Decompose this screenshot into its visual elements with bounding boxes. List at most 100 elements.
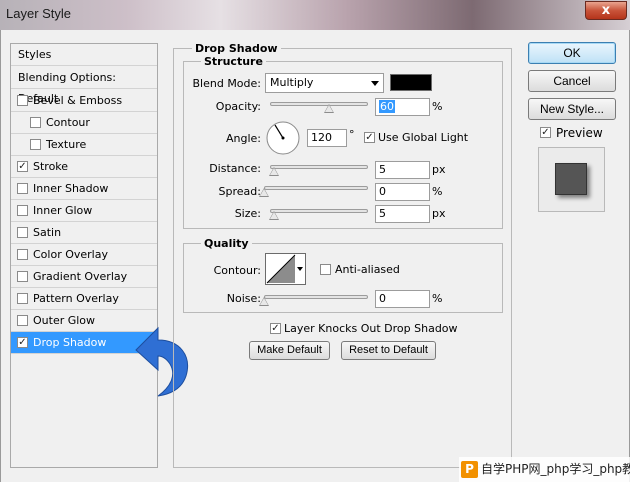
style-item-checkbox[interactable] [17,205,28,216]
angle-field[interactable]: 120 [307,129,347,147]
noise-unit: % [432,292,443,305]
reset-to-default-button[interactable]: Reset to Default [341,341,436,360]
style-preview-thumbnail [538,147,605,212]
size-field[interactable]: 5 [375,205,430,223]
style-item-stroke[interactable]: ✓ Stroke [11,156,157,178]
anti-aliased-checkbox[interactable] [320,264,331,275]
size-slider-thumb[interactable] [268,211,279,220]
style-item-pattern-overlay[interactable]: Pattern Overlay [11,288,157,310]
style-item-checkbox[interactable] [17,293,28,304]
style-item-label: Drop Shadow [33,336,107,349]
style-item-checkbox[interactable] [17,271,28,282]
style-item-checkbox[interactable] [30,117,41,128]
preview-checkbox[interactable]: ✓ [540,127,551,138]
spread-value: 0 [379,185,386,198]
distance-value: 5 [379,163,386,176]
close-icon: x [601,3,611,18]
distance-field[interactable]: 5 [375,161,430,179]
watermark: P 自学PHP网_php学习_php教 [459,457,630,482]
style-item-satin[interactable]: Satin [11,222,157,244]
distance-unit: px [432,163,446,176]
style-item-label: Contour [46,116,90,129]
preview-label: Preview [556,126,603,140]
spread-unit: % [432,185,443,198]
style-item-contour[interactable]: Contour [11,112,157,134]
spread-slider[interactable] [264,186,368,190]
angle-label: Angle: [225,132,261,145]
style-item-checkbox[interactable]: ✓ [17,337,28,348]
opacity-unit: % [432,100,443,113]
quality-title: Quality [201,237,252,250]
style-item-checkbox[interactable] [17,95,28,106]
style-item-label: Outer Glow [33,314,96,327]
noise-slider-thumb[interactable] [259,297,269,306]
style-item-label: Gradient Overlay [33,270,128,283]
layer-knocks-out-label: Layer Knocks Out Drop Shadow [284,322,458,335]
style-item-checkbox[interactable] [17,315,28,326]
style-item-label: Inner Glow [33,204,93,217]
style-item-inner-glow[interactable]: Inner Glow [11,200,157,222]
size-unit: px [432,207,446,220]
spread-label: Spread: [218,185,261,198]
title-bar: Layer Style x [0,0,630,30]
style-item-label: Inner Shadow [33,182,109,195]
noise-field[interactable]: 0 [375,290,430,308]
use-global-light-label: Use Global Light [378,131,469,144]
opacity-value: 60 [379,100,395,113]
blend-mode-select[interactable]: Multiply [265,73,384,93]
preview-square [555,163,587,195]
style-item-checkbox[interactable] [17,183,28,194]
size-slider[interactable] [270,209,368,213]
cancel-button[interactable]: Cancel [528,70,616,92]
style-item-color-overlay[interactable]: Color Overlay [11,244,157,266]
style-item-label: Satin [33,226,62,239]
opacity-slider-thumb[interactable] [323,104,334,113]
styles-header[interactable]: Styles [11,44,157,66]
style-item-label: Bevel & Emboss [33,94,123,107]
noise-value: 0 [379,292,386,305]
spread-slider-thumb[interactable] [259,188,269,197]
contour-label: Contour: [213,264,261,277]
distance-slider[interactable] [270,165,368,169]
noise-slider[interactable] [264,295,368,299]
blending-options-item[interactable]: Blending Options: Default [11,67,157,105]
style-item-label: Pattern Overlay [33,292,119,305]
drop-shadow-title: Drop Shadow [192,42,281,55]
noise-label: Noise: [226,292,261,305]
style-item-checkbox[interactable] [17,249,28,260]
spread-field[interactable]: 0 [375,183,430,201]
distance-label: Distance: [209,162,261,175]
styles-list: Styles Blending Options: Default Bevel &… [10,43,158,468]
style-item-label: Texture [46,138,87,151]
opacity-label: Opacity: [215,100,261,113]
style-item-checkbox[interactable] [17,227,28,238]
style-item-gradient-overlay[interactable]: Gradient Overlay [11,266,157,288]
close-button[interactable]: x [585,1,627,20]
anti-aliased-label: Anti-aliased [335,263,400,276]
make-default-button[interactable]: Make Default [249,341,330,360]
size-label: Size: [234,207,261,220]
blend-mode-label: Blend Mode: [192,77,262,90]
distance-slider-thumb[interactable] [268,167,279,176]
structure-title: Structure [201,55,266,68]
shadow-color-swatch[interactable] [390,74,432,91]
php-logo-icon: P [461,461,478,478]
ok-button[interactable]: OK [528,42,616,64]
contour-picker[interactable] [265,253,306,285]
style-item-label: Stroke [33,160,69,173]
new-style-button[interactable]: New Style... [528,98,616,120]
opacity-field[interactable]: 60 [375,98,430,116]
angle-dial[interactable] [265,120,301,156]
style-item-inner-shadow[interactable]: Inner Shadow [11,178,157,200]
style-item-checkbox[interactable] [30,139,41,150]
style-item-texture[interactable]: Texture [11,134,157,156]
opacity-slider[interactable] [270,102,368,106]
chevron-down-icon [371,81,379,86]
window-title: Layer Style [6,6,72,21]
angle-unit: ° [349,128,355,141]
use-global-light-checkbox[interactable]: ✓ [364,132,375,143]
size-value: 5 [379,207,386,220]
style-item-checkbox[interactable]: ✓ [17,161,28,172]
style-item-bevel-emboss[interactable]: Bevel & Emboss [11,90,157,112]
layer-knocks-out-checkbox[interactable]: ✓ [270,323,281,334]
